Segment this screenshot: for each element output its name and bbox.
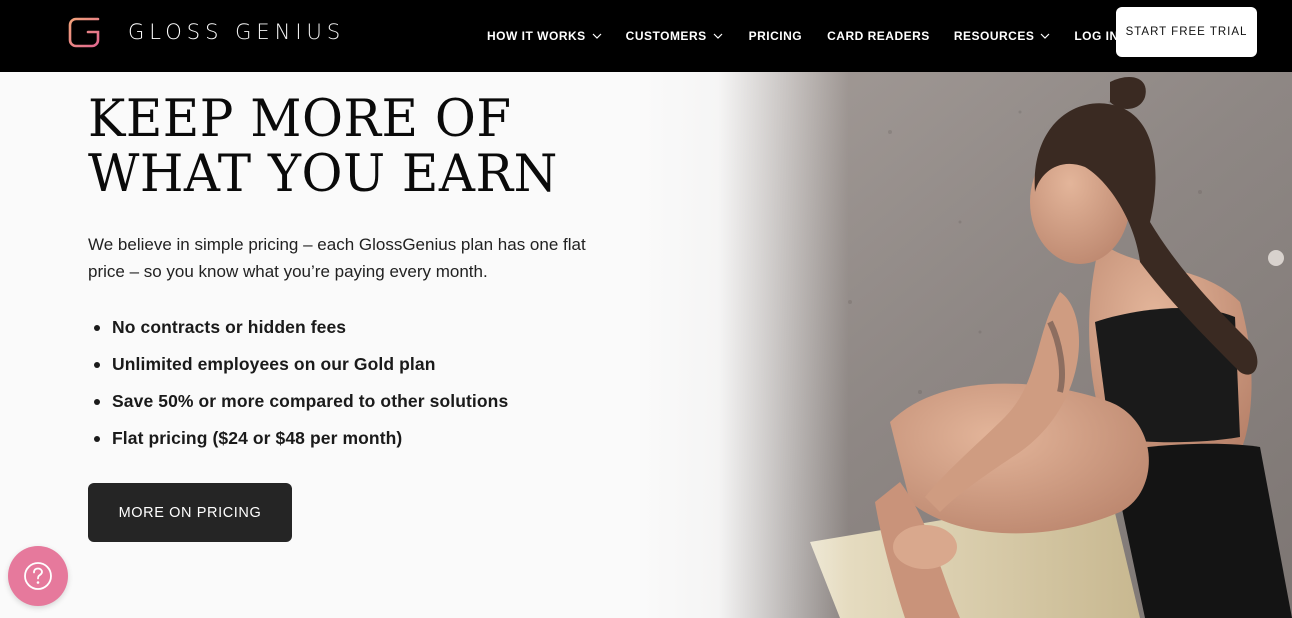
chevron-down-icon	[1040, 33, 1050, 39]
brand-logo[interactable]: GLOSS GENIUS	[68, 16, 345, 48]
start-free-trial-button[interactable]: START FREE TRIAL	[1116, 7, 1257, 57]
nav-item-label: PRICING	[748, 29, 803, 43]
feature-list: No contracts or hidden fees Unlimited em…	[93, 314, 508, 462]
hero-headline-line-1: KEEP MORE OF	[88, 90, 512, 149]
brand-name-gloss: GLOSS	[128, 20, 224, 44]
top-navigation-bar: GLOSS GENIUS HOW IT WORKS CUSTOMERS PRIC…	[0, 0, 1292, 72]
help-chat-button[interactable]	[8, 546, 68, 606]
nav-item-label: LOG IN	[1074, 29, 1119, 43]
nav-item-customers[interactable]: CUSTOMERS	[626, 29, 723, 43]
nav-item-resources[interactable]: RESOURCES	[954, 29, 1051, 43]
question-mark-icon	[24, 562, 52, 590]
nav-item-pricing[interactable]: PRICING	[749, 29, 803, 43]
nav-item-label: CUSTOMERS	[625, 29, 707, 43]
nav-item-card-readers[interactable]: CARD READERS	[827, 29, 930, 43]
feature-list-item: Flat pricing ($24 or $48 per month)	[93, 425, 508, 462]
nav-item-label: CARD READERS	[827, 29, 930, 43]
chevron-down-icon	[592, 33, 602, 39]
hero-headline-line-2: WHAT YOU EARN	[88, 145, 558, 204]
chevron-down-icon	[713, 33, 723, 39]
nav-item-how-it-works[interactable]: HOW IT WORKS	[487, 29, 602, 43]
gloss-genius-logo-icon	[68, 17, 100, 48]
feature-list-item: Save 50% or more compared to other solut…	[93, 388, 508, 425]
woman-stretching-photo	[640, 72, 1292, 618]
hero-headline: KEEP MORE OF WHAT YOU EARN	[88, 92, 637, 202]
brand-wordmark: GLOSS GENIUS	[128, 20, 345, 44]
feature-list-item: Unlimited employees on our Gold plan	[93, 351, 508, 388]
hero-photo-illustration	[640, 72, 1292, 618]
more-on-pricing-button[interactable]: MORE ON PRICING	[88, 483, 292, 542]
nav-item-label: RESOURCES	[953, 29, 1035, 43]
hero-subtext: We believe in simple pricing – each Glos…	[88, 235, 586, 281]
nav-item-log-in[interactable]: LOG IN	[1074, 29, 1118, 43]
brand-name-genius: GENIUS	[235, 20, 346, 44]
feature-list-item: No contracts or hidden fees	[93, 314, 508, 351]
nav-item-label: HOW IT WORKS	[487, 29, 586, 43]
nav-menu: HOW IT WORKS CUSTOMERS PRICING CARD READ…	[487, 0, 1119, 72]
